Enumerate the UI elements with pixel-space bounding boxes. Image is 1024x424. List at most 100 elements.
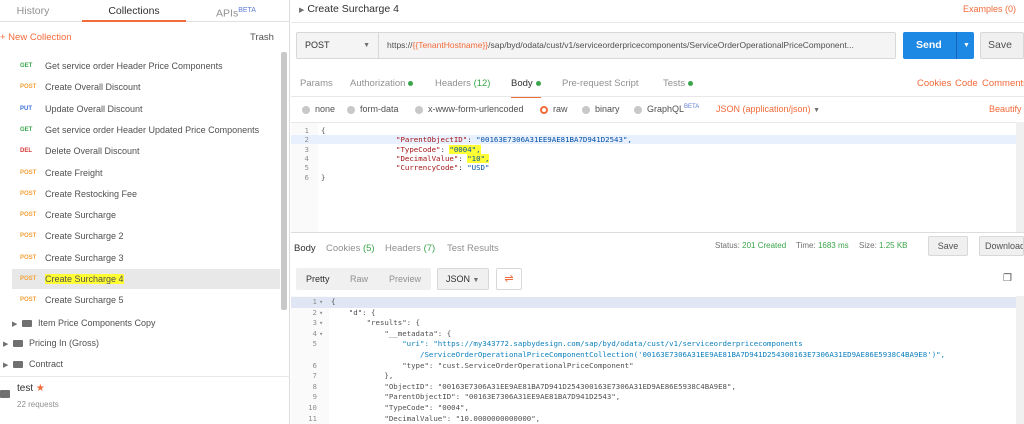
fold-toggle-icon[interactable]: ▾ [319,329,323,340]
request-item[interactable]: PUT Update Overall Discount [12,99,280,119]
request-item[interactable]: POST Create Surcharge 2 [12,226,280,246]
json-separator: : [467,135,477,145]
request-item[interactable]: POST Create Surcharge 5 [12,290,280,310]
radio-circle-icon [582,105,590,114]
method-badge: POST [20,297,37,304]
sidebar-scrollbar[interactable] [281,52,287,310]
request-item[interactable]: GET Get service order Header Updated Pric… [12,120,280,140]
request-item[interactable]: GET Get service order Header Price Compon… [12,56,280,76]
code-link[interactable]: Code [955,78,978,89]
response-text: "ObjectID": "00163E7306A31EE9AE81BA7D941… [331,381,736,391]
chevron-right-icon: ▶ [299,7,305,14]
code-text: "TypeCode": "0004", [396,144,481,154]
tab-body[interactable]: Body [511,78,541,98]
method-badge: POST [20,169,37,176]
response-text: "d": { [331,307,376,317]
radio-form-data[interactable]: form-data [347,104,399,114]
response-text: "ParentObjectID": "00163E7306A31EE9AE81B… [331,392,621,402]
resp-tab-headers[interactable]: Headers (7) [385,243,435,254]
status-dot-icon [408,80,414,86]
tab-pre-request-script[interactable]: Pre-request Script [562,78,639,89]
request-item[interactable]: POST Create Restocking Fee [12,184,280,204]
format-type-select[interactable]: JSON ▼ [437,268,489,290]
divider [291,22,1024,23]
resp-tab-body[interactable]: Body [294,243,316,254]
body-editor[interactable]: 1{2 "ParentObjectID": "00163E7306A31EE9AE… [291,122,1016,233]
url-input[interactable]: https://{{TenantHostname}}/sap/byd/odata… [387,33,892,58]
examples-link[interactable]: Examples (0) [963,4,1016,14]
radio-binary[interactable]: binary [582,104,620,114]
folder-pricing-in-gross[interactable]: ▶ Pricing In (Gross) [3,334,99,352]
request-name: Delete Overall Discount [45,146,140,157]
response-save-button[interactable]: Save [928,236,968,256]
response-download-button[interactable]: Download [979,236,1024,256]
format-pretty[interactable]: Pretty [306,268,330,290]
radio-raw[interactable]: raw [540,104,568,114]
tab-authorization[interactable]: Authorization [350,78,414,89]
tab-count: (5) [362,243,375,254]
beautify-link[interactable]: Beautify [989,104,1024,114]
method-select[interactable]: POST ▼ [297,33,379,58]
tab-history[interactable]: History [0,0,66,22]
request-item[interactable]: DEL Delete Overall Discount [12,141,280,161]
request-name-highlight: Create Surcharge 4 [45,274,124,284]
resp-tab-test-results[interactable]: Test Results [447,243,499,254]
comments-link[interactable]: Comments [982,78,1024,89]
new-collection-button[interactable]: + New Collection [0,32,72,43]
response-viewer[interactable]: 1 ▾{2 ▾ "d": {3 ▾ "results": {4 ▾ "__metadat… [291,296,1024,424]
divider [291,232,1024,233]
request-title[interactable]: ▶ Create Surcharge 4 [299,3,399,15]
fold-toggle-icon[interactable]: ▾ [319,297,323,308]
response-scrollbar[interactable] [1016,296,1024,424]
tab-apis[interactable]: APIsBETA [206,0,266,22]
format-raw[interactable]: Raw [350,268,368,290]
json-key: "ParentObjectID" [396,135,468,145]
star-icon[interactable]: ★ [36,383,45,394]
folder-contract[interactable]: ▶ Contract [3,355,63,373]
resp-tab-cookies[interactable]: Cookies (5) [326,243,375,254]
tab-label: Body [511,78,533,89]
chevron-right-icon: ▶ [3,362,9,369]
response-text: }, [331,371,394,381]
format-preview[interactable]: Preview [389,268,421,290]
request-item[interactable]: POST Create Surcharge [12,205,280,225]
response-line: 6 "type": "cust.ServiceOrderOperationalP… [291,361,1024,372]
request-item[interactable]: POST Create Freight [12,163,280,183]
request-item[interactable]: POST Create Surcharge 4 [12,269,280,289]
collection-name[interactable]: test ★ [17,383,45,394]
response-text: "results": { [331,318,420,328]
request-item[interactable]: POST Create Overall Discount [12,77,280,97]
tab-count: (12) [473,78,491,89]
request-name: Update Overall Discount [45,103,143,114]
send-button[interactable]: Send ▼ [903,32,974,59]
save-button[interactable]: Save [980,32,1024,59]
tab-headers[interactable]: Headers (12) [435,78,490,89]
trash-button[interactable]: Trash [250,32,274,43]
radio-circle-icon [347,105,355,114]
fold-toggle-icon[interactable]: ▾ [319,318,323,329]
request-item[interactable]: POST Create Surcharge 3 [12,248,280,268]
request-name: Get service order Header Price Component… [45,61,223,71]
url-bar: POST ▼ https://{{TenantHostname}}/sap/byd… [296,32,896,59]
radio-graphql[interactable]: GraphQLBETA [634,104,699,114]
time-label: Time: [796,241,816,250]
radio-urlencoded[interactable]: x-www-form-urlencoded [415,104,524,114]
radio-label: none [315,104,336,114]
content-type-select[interactable]: JSON (application/json) ▼ [716,104,820,114]
fold-toggle-icon[interactable]: ▾ [319,308,323,319]
copy-icon[interactable]: ❐ [1003,273,1012,284]
tab-params[interactable]: Params [300,78,333,89]
request-name: Create Surcharge 4 [45,269,124,289]
folder-item-price-components-copy[interactable]: ▶ Item Price Components Copy [12,314,156,332]
tab-collections[interactable]: Collections [82,0,186,22]
chevron-down-icon[interactable]: ▼ [963,32,970,59]
line-number: 3 [304,144,309,154]
tab-tests[interactable]: Tests [663,78,694,89]
line-number: 9 [312,392,317,402]
wrap-lines-icon[interactable]: ⇌ [496,268,522,290]
code-line: 5 "CurrencyCode": "USD" [291,163,1016,172]
editor-scrollbar[interactable] [1016,122,1024,232]
radio-none[interactable]: none [302,104,335,114]
cookies-link[interactable]: Cookies [917,78,951,89]
json-key: "CurrencyCode" [396,163,459,173]
